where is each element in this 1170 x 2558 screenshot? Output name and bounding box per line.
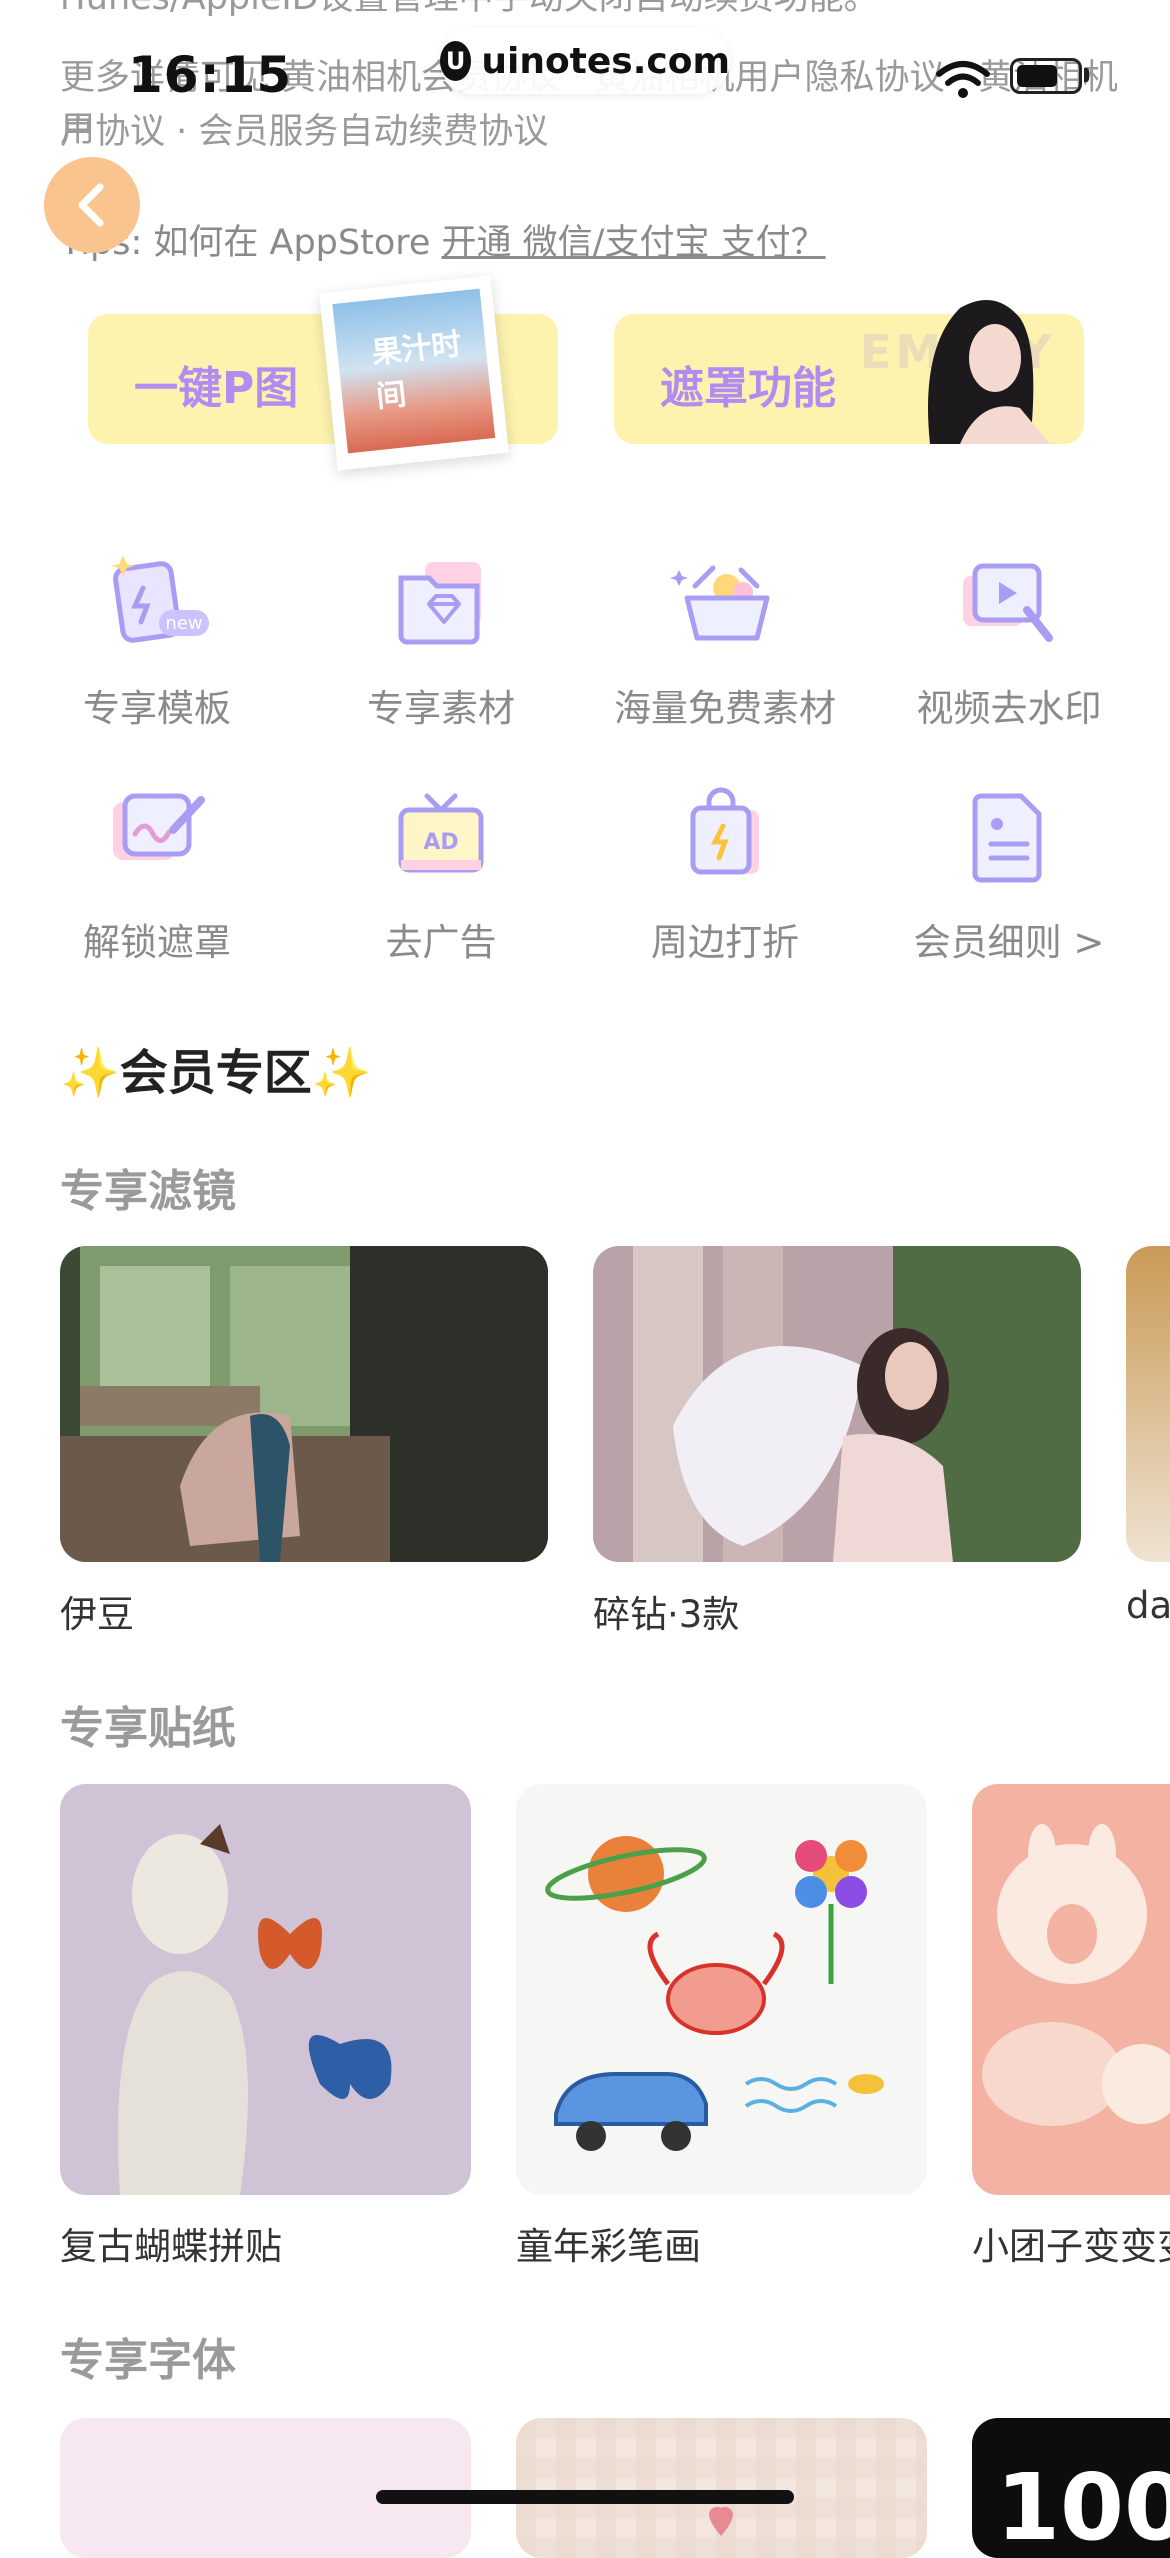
sticker-card-dumpling[interactable] xyxy=(972,1784,1170,2195)
feature-merch-discount[interactable]: 周边打折 xyxy=(595,782,855,966)
feature-label: 视频去水印 xyxy=(916,687,1102,730)
member-zone-title: ✨会员专区✨ xyxy=(60,1045,372,1101)
sticker-name: 复古蝴蝶拼贴 xyxy=(60,2225,282,2268)
gem-folder-icon xyxy=(398,562,481,645)
url-pill[interactable]: U uinotes.com xyxy=(440,28,730,94)
feature-label: 去广告 xyxy=(385,921,497,964)
feature-exclusive-templates[interactable]: new 专享模板 xyxy=(27,548,287,732)
font-card-plaid[interactable] xyxy=(516,2418,927,2558)
feature-video-watermark-removal[interactable]: 视频去水印 xyxy=(879,548,1139,732)
feature-remove-ads[interactable]: AD 去广告 xyxy=(311,782,571,966)
filter-thumbnail-image xyxy=(60,1246,548,1562)
filter-name: 伊豆 xyxy=(60,1593,134,1636)
sticker-name: 小团子变变变 xyxy=(972,2225,1170,2268)
feature-unlock-mask[interactable]: 解锁遮罩 xyxy=(27,782,287,966)
filter-thumbnail-image xyxy=(1126,1246,1170,1562)
filter-card-partial[interactable] xyxy=(1126,1246,1170,1562)
shopping-bag-icon xyxy=(690,787,759,875)
sticker-thumbnail-image xyxy=(972,1784,1170,2195)
font-card-100[interactable]: 100 xyxy=(972,2418,1170,2558)
feature-free-materials[interactable]: 海量免费素材 xyxy=(595,548,855,732)
section-title-stickers: 专享贴纸 xyxy=(60,1703,236,1754)
banner-photo-card: 果汁时间 xyxy=(319,275,509,471)
video-eraser-icon xyxy=(963,563,1053,642)
home-indicator[interactable] xyxy=(376,2490,794,2504)
feature-exclusive-materials[interactable]: 专享素材 xyxy=(311,548,571,732)
wifi-icon xyxy=(936,61,990,98)
feature-label: 专享素材 xyxy=(367,687,515,730)
battery-cap xyxy=(1084,68,1089,82)
feature-label: 解锁遮罩 xyxy=(83,921,231,964)
mask-brush-icon xyxy=(113,793,205,860)
filter-card-diamond[interactable] xyxy=(593,1246,1081,1562)
photo-card-text: 果汁时间 xyxy=(369,326,464,415)
feature-label: 海量免费素材 xyxy=(614,687,836,730)
banner-label: 一键P图 xyxy=(134,363,299,414)
ad-tv-icon: AD xyxy=(398,793,484,873)
sticker-thumbnail-image xyxy=(60,1784,471,2195)
font-sample-text: 100 xyxy=(996,2454,1170,2558)
chevron-left-icon xyxy=(78,183,104,227)
filter-card-izu[interactable] xyxy=(60,1246,548,1562)
section-title-fonts: 专享字体 xyxy=(60,2335,236,2386)
tips-payment-link[interactable]: 开通 微信/支付宝 支付？ xyxy=(442,223,826,263)
filter-name: 碎钻·3款 xyxy=(593,1593,740,1636)
back-button[interactable] xyxy=(44,157,140,253)
feature-label: 专享模板 xyxy=(83,687,231,730)
new-badge: new xyxy=(165,613,202,634)
feature-label: 周边打折 xyxy=(651,921,799,964)
banner-label: 遮罩功能 xyxy=(660,363,836,414)
sticker-thumbnail-image xyxy=(516,1784,927,2195)
sticker-name: 童年彩笔画 xyxy=(516,2225,701,2268)
site-logo-icon: U xyxy=(440,41,472,81)
feature-member-rules[interactable]: 会员细则 > xyxy=(879,782,1139,966)
feature-label: 会员细则 > xyxy=(913,921,1105,964)
document-icon xyxy=(972,793,1042,883)
filter-name: dai xyxy=(1126,1584,1170,1627)
basket-icon xyxy=(670,565,770,641)
template-new-icon: new xyxy=(111,556,209,643)
status-time: 16:15 xyxy=(128,46,293,104)
font-thumbnail-image xyxy=(516,2418,927,2558)
section-title-filters: 专享滤镜 xyxy=(60,1166,236,1217)
legal-text-line: iTunes/AppleID设置管理中手动关闭自动续费功能。 xyxy=(60,0,1120,24)
battery-icon xyxy=(1010,58,1082,94)
sticker-card-butterfly[interactable] xyxy=(60,1784,471,2195)
sticker-card-crayon[interactable] xyxy=(516,1784,927,2195)
font-card-pink[interactable] xyxy=(60,2418,471,2558)
banner-portrait-image xyxy=(928,300,1050,444)
tips-text: Tips: 如何在 AppStore 开通 微信/支付宝 支付？ xyxy=(60,214,826,265)
legal-links-line-2[interactable]: 户协议 · 会员服务自动续费协议 xyxy=(60,106,1120,158)
url-text: uinotes.com xyxy=(481,40,730,82)
ad-badge: AD xyxy=(423,830,458,855)
filter-thumbnail-image xyxy=(593,1246,1081,1562)
